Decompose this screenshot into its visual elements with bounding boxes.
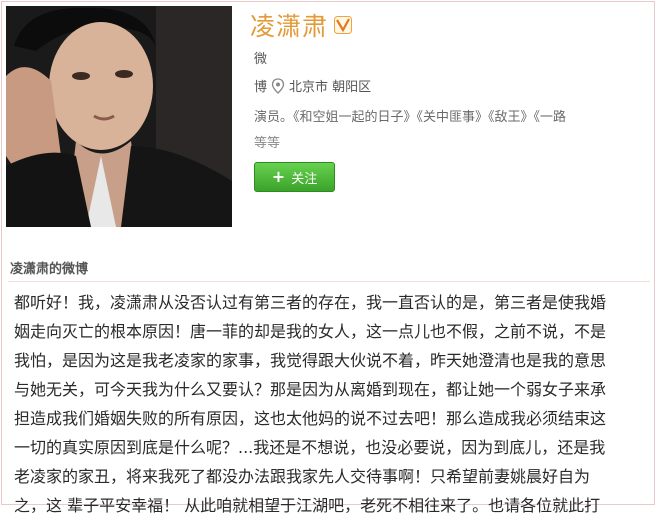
post-line: 姻走向灭亡的根本原因！唐一菲的却是我的女人，这一点儿也不假，之前不说，不是 xyxy=(14,322,607,341)
location-text: 北京市 朝阳区 xyxy=(289,80,372,95)
v-verified-icon xyxy=(334,16,353,34)
location-label: 博 xyxy=(254,80,268,95)
post-line: 担造成我们婚姻失败的所有原因，这也太他妈的说不过去吧！那么造成我必须结束这 xyxy=(14,409,607,428)
post-line: 都听好！我，凌潇肃从没否认过有第三者的存在，我一直否认的是，第三者是使我婚 xyxy=(14,293,607,312)
post-line: 一切的真实原因到底是什么呢？...我还是不想说，也没必要说，因为到底儿，还是我 xyxy=(14,438,606,457)
follow-button[interactable]: + 关注 xyxy=(254,162,335,192)
post-line: 老凌家的家丑，将来我死了都没办法跟我家先人交待事啊！只希望前妻姚晨好自为 xyxy=(14,467,591,486)
weibo-post-text: 都听好！我，凌潇肃从没否认过有第三者的存在，我一直否认的是，第三者是使我婚 姻走… xyxy=(14,288,642,520)
section-title[interactable]: 凌潇肃的微博 xyxy=(10,258,88,277)
follow-button-label: 关注 xyxy=(291,171,318,187)
avatar-photo xyxy=(6,6,232,227)
profile-name[interactable]: 凌潇肃 xyxy=(250,7,328,43)
profile-info: 凌潇肃 微 博 北京市 朝阳区 演员。《和空姐一起的日子》《关中匪事》《敌王》《… xyxy=(250,4,650,234)
plus-icon: + xyxy=(271,167,286,186)
location-pin-icon xyxy=(271,77,285,94)
divider xyxy=(8,281,650,282)
post-line: 与她无关，可今天我为什么又要认？那是因为从离婚到现在，都让她一个弱女子来承 xyxy=(14,380,607,399)
avatar[interactable] xyxy=(6,6,232,227)
name-row: 凌潇肃 xyxy=(250,7,353,43)
location-row: 博 北京市 朝阳区 xyxy=(254,76,371,95)
profile-tags-more: 等等 xyxy=(254,136,281,151)
gender-text: 微 xyxy=(254,52,268,67)
post-line: 我怕，是因为这是我老凌家的家事，我觉得跟大伙说不着，昨天她澄清也是我的意思 xyxy=(14,351,607,370)
profile-tags: 演员。《和空姐一起的日子》《关中匪事》《敌王》《一路 xyxy=(254,110,567,125)
